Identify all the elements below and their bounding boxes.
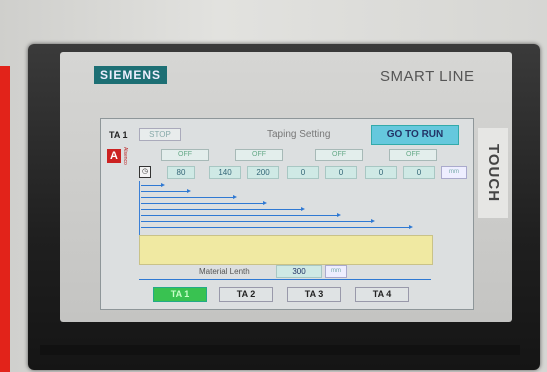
off-button-1[interactable]: OFF [161,149,209,161]
tape-position-line-5 [141,207,305,211]
station-label: TA 1 [109,130,128,140]
unit-label: mm [441,166,467,179]
company-logo-icon: A [107,149,121,163]
go-to-run-button[interactable]: GO TO RUN [371,125,459,145]
off-button-3[interactable]: OFF [315,149,363,161]
brand-logo: SIEMENS [94,66,168,84]
company-logo-text: Alsenco [122,147,128,165]
value-field-2[interactable]: 140 [209,166,241,179]
clock-icon: ◷ [139,166,151,178]
touch-label: TOUCH [478,128,508,218]
value-field-3[interactable]: 200 [247,166,279,179]
material-length-input[interactable]: 300 [276,265,322,278]
stop-button[interactable]: STOP [139,128,181,141]
message-display [139,235,433,265]
value-field-5[interactable]: 0 [325,166,357,179]
tape-position-line-3 [141,195,237,199]
model-label: SMART LINE [380,68,475,85]
tab-ta3[interactable]: TA 3 [287,287,341,302]
material-length-unit: mm [325,265,347,278]
value-field-4[interactable]: 0 [287,166,319,179]
tape-position-line-6 [141,213,341,217]
value-field-6[interactable]: 0 [365,166,397,179]
red-panel-edge [0,66,10,372]
bezel-bottom [40,345,520,355]
tape-position-line-8 [141,225,413,229]
tab-ta4[interactable]: TA 4 [355,287,409,302]
tab-ta2[interactable]: TA 2 [219,287,273,302]
page-title: Taping Setting [267,129,331,140]
tape-position-line-7 [141,219,375,223]
value-field-1[interactable]: 80 [167,166,195,179]
material-length-line [139,279,431,280]
tape-position-line-4 [141,201,267,205]
tape-position-line-1 [141,183,165,187]
material-length-label: Material Lenth [199,267,250,276]
hmi-screen: TA 1 STOP Taping Setting GO TO RUN A Als… [100,118,474,310]
tape-position-line-2 [141,189,191,193]
value-field-7[interactable]: 0 [403,166,435,179]
off-button-2[interactable]: OFF [235,149,283,161]
off-button-4[interactable]: OFF [389,149,437,161]
tab-ta1[interactable]: TA 1 [153,287,207,302]
